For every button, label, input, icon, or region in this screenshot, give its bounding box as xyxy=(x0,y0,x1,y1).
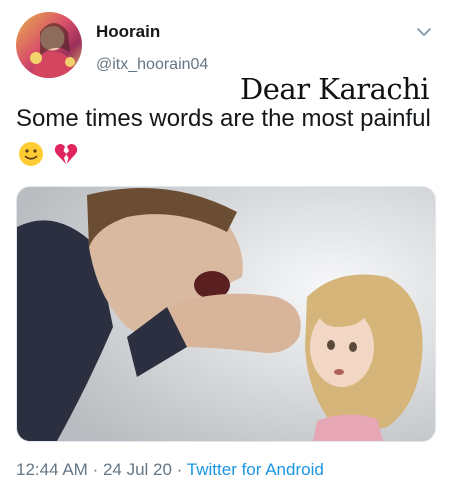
author-handle[interactable]: @itx_hoorain04 xyxy=(96,56,208,74)
author-name[interactable]: Hoorain xyxy=(96,22,160,42)
tweet-text: Some times words are the most painful xyxy=(16,100,436,174)
tweet-media-image[interactable] xyxy=(16,186,436,442)
meta-separator-2: · xyxy=(176,460,183,479)
tweet-time[interactable]: 12:44 AM xyxy=(16,460,88,479)
tweet-text-body: Some times words are the most painful xyxy=(16,105,431,132)
avatar-illustration xyxy=(30,23,78,78)
meta-separator: · xyxy=(92,460,99,479)
tweet-meta: 12:44 AM · 24 Jul 20 · Twitter for Andro… xyxy=(16,460,324,480)
illustration-image-icon xyxy=(17,187,435,441)
chevron-down-icon[interactable] xyxy=(416,24,432,40)
slightly-smiling-face-emoji-icon xyxy=(19,142,43,166)
tweet-date[interactable]: 24 Jul 20 xyxy=(103,460,172,479)
author-avatar[interactable] xyxy=(16,12,82,78)
broken-heart-emoji-icon xyxy=(54,143,77,164)
tweet-source-link[interactable]: Twitter for Android xyxy=(187,460,324,479)
overlay-caption: Dear Karachi xyxy=(240,72,430,106)
